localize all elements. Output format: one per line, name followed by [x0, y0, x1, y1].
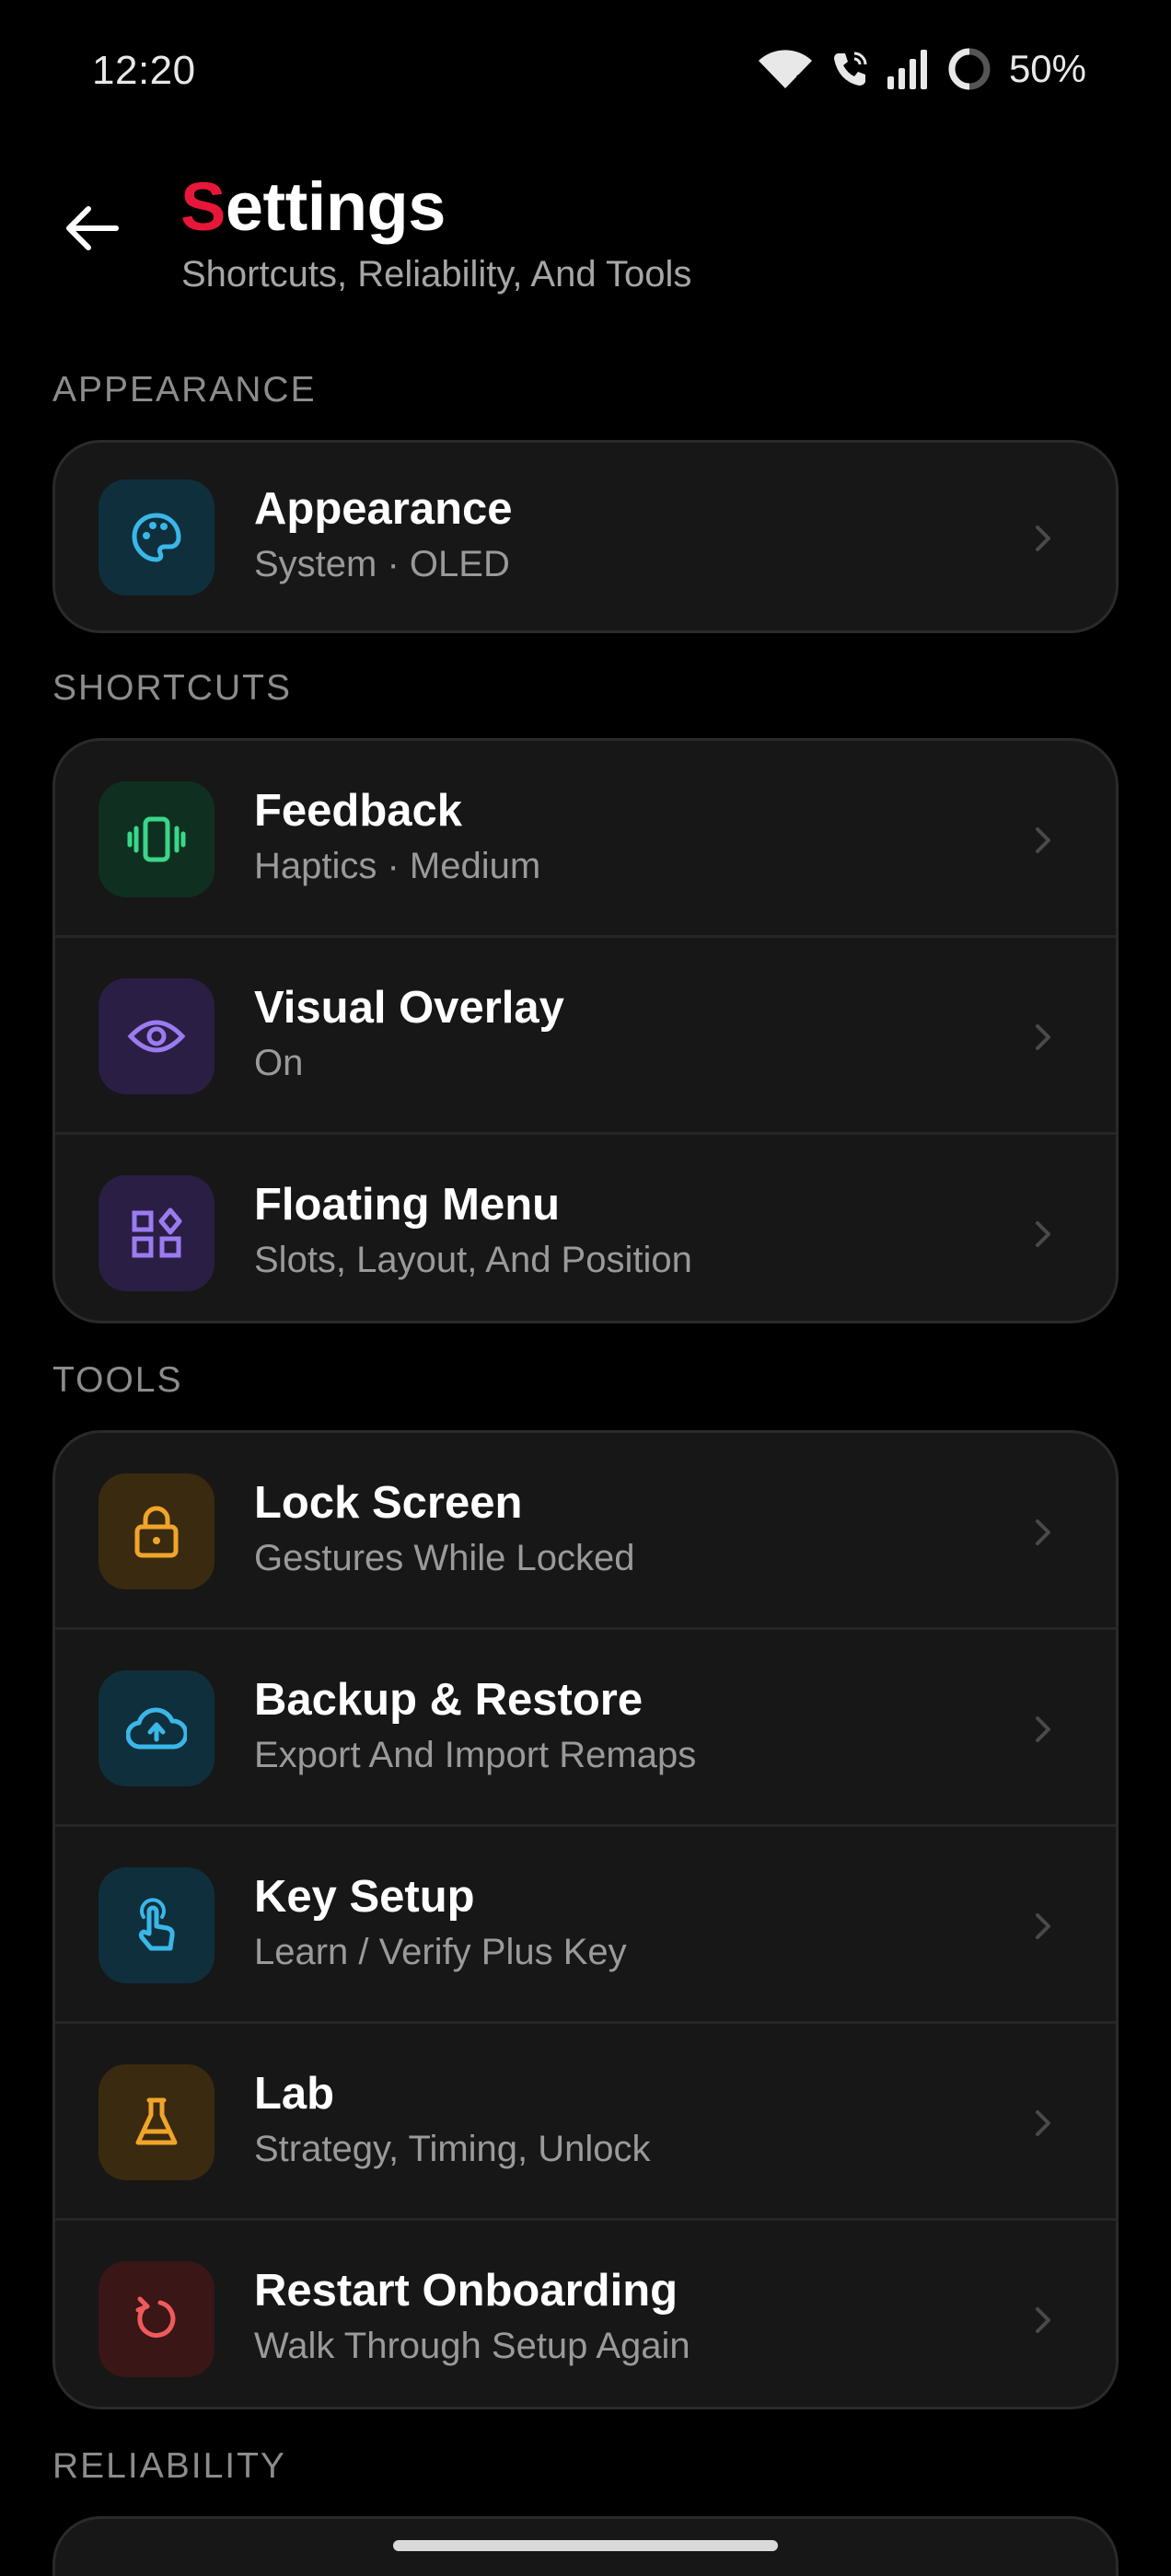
chevron-right-icon — [1036, 1221, 1050, 1247]
battery-percentage: 50% — [1008, 47, 1086, 90]
settings-row-restart-onboarding[interactable]: Restart Onboarding Walk Through Setup Ag… — [55, 2221, 1116, 2407]
tools-card: Lock Screen Gestures While Locked Backup… — [52, 1430, 1119, 2409]
widgets-icon — [99, 1175, 214, 1291]
row-subtitle: Haptics · Medium — [254, 846, 541, 886]
settings-row-feedback[interactable]: Feedback Haptics · Medium — [55, 741, 1116, 938]
row-title: Lock Screen — [254, 1478, 523, 1528]
chevron-right-icon — [1036, 1024, 1050, 1050]
lock-icon — [99, 1473, 214, 1589]
page-subtitle: Shortcuts, Reliability, And Tools — [181, 254, 692, 295]
row-title: Floating Menu — [254, 1180, 561, 1230]
section-label-appearance: APPEARANCE — [52, 370, 317, 410]
settings-row-visual-overlay[interactable]: Visual Overlay On — [55, 938, 1116, 1135]
back-button[interactable] — [53, 191, 131, 269]
settings-row-floating-menu[interactable]: Floating Menu Slots, Layout, And Positio… — [55, 1135, 1116, 1321]
chevron-right-icon — [1036, 2110, 1050, 2136]
row-title: Key Setup — [254, 1872, 475, 1922]
chevron-right-icon — [1036, 827, 1050, 853]
chevron-right-icon — [1036, 526, 1050, 551]
chevron-right-icon — [1036, 1716, 1050, 1742]
section-label-tools: TOOLS — [52, 1360, 183, 1400]
section-label-reliability: RELIABILITY — [52, 2446, 286, 2486]
cellular-signal-icon — [886, 49, 930, 89]
row-title: Lab — [254, 2069, 335, 2119]
row-title: Appearance — [254, 484, 513, 534]
settings-row-lab[interactable]: Lab Strategy, Timing, Unlock — [55, 2024, 1116, 2221]
settings-row-key-setup[interactable]: Key Setup Learn / Verify Plus Key — [55, 1827, 1116, 2024]
row-subtitle: System · OLED — [254, 544, 510, 584]
row-title: Backup & Restore — [254, 1675, 643, 1725]
home-indicator[interactable] — [393, 2540, 778, 2551]
battery-ring-icon — [946, 46, 992, 92]
page-title-rest: ettings — [225, 168, 446, 245]
restart-icon — [99, 2261, 214, 2377]
settings-row-backup-restore[interactable]: Backup & Restore Export And Import Remap… — [55, 1630, 1116, 1827]
status-icons: 50% — [757, 46, 1086, 92]
row-subtitle: Learn / Verify Plus Key — [254, 1932, 627, 1972]
touch-icon — [99, 1867, 214, 1983]
status-time: 12:20 — [92, 48, 196, 93]
vibration-icon — [99, 781, 214, 897]
palette-icon — [99, 479, 214, 595]
chevron-right-icon — [1036, 1913, 1050, 1939]
row-subtitle: Slots, Layout, And Position — [254, 1240, 692, 1280]
page-title: Settings — [180, 167, 446, 246]
row-subtitle: Strategy, Timing, Unlock — [254, 2129, 651, 2169]
row-subtitle: Export And Import Remaps — [254, 1735, 697, 1775]
settings-row-lock-screen[interactable]: Lock Screen Gestures While Locked — [55, 1433, 1116, 1630]
row-subtitle: Gestures While Locked — [254, 1538, 635, 1578]
row-title: Visual Overlay — [254, 983, 564, 1033]
status-bar: 12:20 50% — [0, 0, 1171, 156]
row-title: Restart Onboarding — [254, 2266, 678, 2316]
wifi-icon — [757, 48, 814, 90]
chevron-right-icon — [1036, 1519, 1050, 1545]
chevron-right-icon — [1036, 2307, 1050, 2333]
eye-icon — [99, 978, 214, 1094]
cloud-upload-icon — [99, 1670, 214, 1786]
shortcuts-card: Feedback Haptics · Medium Visual Overlay… — [52, 738, 1119, 1323]
row-title: Feedback — [254, 786, 463, 836]
row-subtitle: On — [254, 1043, 304, 1083]
flask-icon — [99, 2064, 214, 2180]
appearance-card: Appearance System · OLED — [52, 440, 1119, 633]
section-label-shortcuts: SHORTCUTS — [52, 668, 292, 708]
settings-row-appearance[interactable]: Appearance System · OLED — [55, 443, 1116, 630]
row-subtitle: Walk Through Setup Again — [254, 2326, 690, 2366]
wifi-call-icon — [830, 50, 869, 88]
arrow-left-icon — [64, 204, 120, 257]
page-title-initial: S — [180, 168, 226, 245]
